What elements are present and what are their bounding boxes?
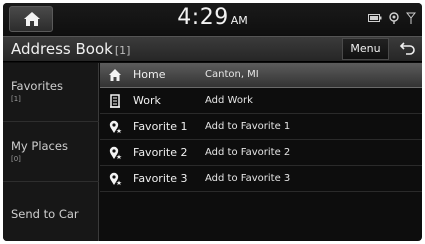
title-bar: Address Book [1] Menu	[3, 36, 422, 62]
list-item-name: Favorite 1	[133, 120, 188, 133]
list-item-name: Work	[133, 94, 161, 107]
list-item-favorite-2[interactable]: Favorite 2 Add to Favorite 2	[100, 141, 422, 166]
list-item-value: Add Work	[205, 95, 253, 106]
nav-screen: 4:29 AM Address Book [1] Menu Favorites …	[3, 3, 422, 241]
signal-icon	[406, 12, 416, 24]
list-item-value: Add to Favorite 1	[205, 121, 291, 132]
back-arrow-icon	[399, 42, 415, 55]
list-item-value: Add to Favorite 3	[205, 173, 291, 184]
status-bar: 4:29 AM	[3, 3, 422, 35]
address-list: Home Canton, MI Work Add Work Favorite 1	[100, 63, 422, 241]
address-count: [1]	[114, 44, 131, 57]
list-item-favorite-3[interactable]: Favorite 3 Add to Favorite 3	[100, 167, 422, 192]
status-icons	[368, 12, 416, 24]
list-item-value: Canton, MI	[205, 69, 259, 80]
page-title: Address Book [1]	[11, 40, 130, 58]
sidebar-item-favorites[interactable]: Favorites [1]	[3, 63, 99, 122]
battery-icon	[368, 14, 382, 22]
clock-time: 4:29	[177, 5, 229, 30]
location-icon	[389, 12, 399, 24]
sidebar-item-count: [1]	[11, 95, 21, 103]
list-item-name: Favorite 2	[133, 146, 188, 159]
home-icon	[109, 69, 121, 81]
list-item-name: Home	[133, 68, 166, 81]
back-button[interactable]	[393, 38, 421, 60]
list-item-value: Add to Favorite 2	[205, 147, 291, 158]
clock-ampm: AM	[230, 14, 248, 27]
list-item-home[interactable]: Home Canton, MI	[100, 63, 422, 88]
favorite-pin-icon	[109, 120, 122, 134]
sidebar-item-count: [0]	[11, 155, 21, 163]
list-item-favorite-1[interactable]: Favorite 1 Add to Favorite 1	[100, 115, 422, 140]
page-title-text: Address Book	[11, 40, 113, 58]
menu-button[interactable]: Menu	[342, 38, 389, 60]
building-icon	[110, 94, 120, 108]
sidebar-item-my-places[interactable]: My Places [0]	[3, 123, 99, 182]
favorite-pin-icon	[109, 172, 122, 186]
list-item-name: Favorite 3	[133, 172, 188, 185]
sidebar-item-label: Send to Car	[11, 207, 79, 221]
sidebar: Favorites [1] My Places [0] Send to Car	[3, 63, 99, 241]
sidebar-item-send-to-car[interactable]: Send to Car	[3, 183, 99, 241]
sidebar-item-label: Favorites	[11, 79, 63, 93]
favorite-pin-icon	[109, 146, 122, 160]
sidebar-item-label: My Places	[11, 139, 68, 153]
clock: 4:29 AM	[3, 5, 422, 30]
list-item-work[interactable]: Work Add Work	[100, 89, 422, 114]
